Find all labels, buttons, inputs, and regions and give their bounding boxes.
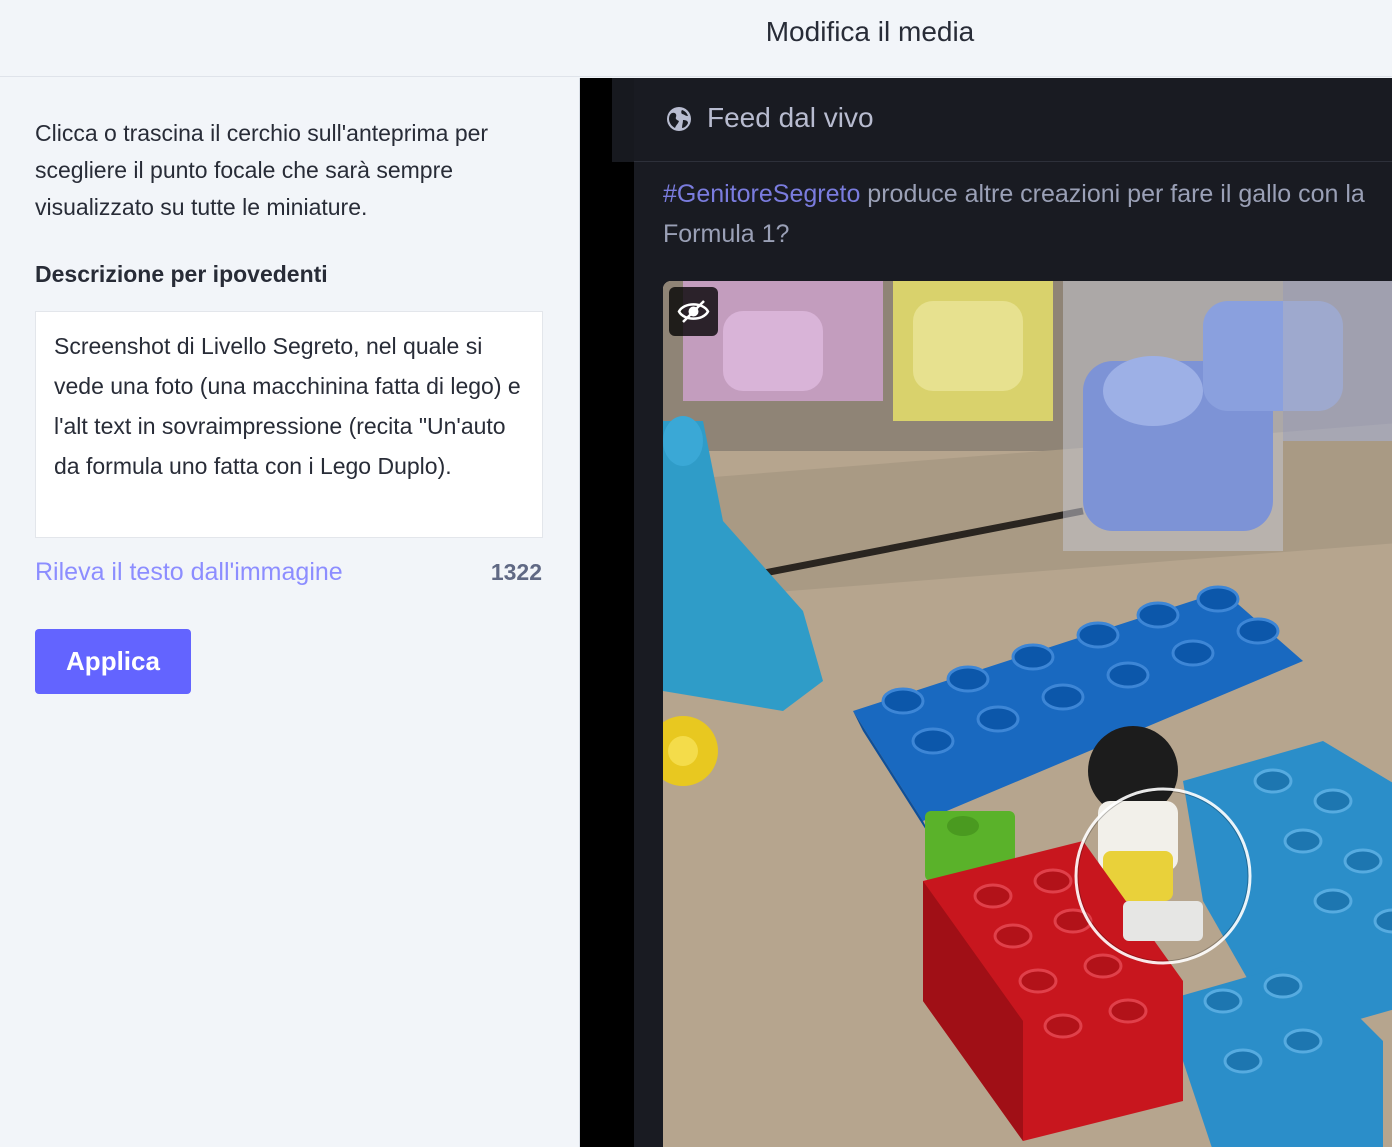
character-counter: 1322 <box>490 559 542 585</box>
eye-slash-icon <box>677 300 710 323</box>
focal-point-hint: Clicca o trascina il cerchio sull'antepr… <box>35 120 489 220</box>
description-textarea[interactable]: Screenshot di Livello Segreto, nel quale… <box>35 311 543 538</box>
status-hashtag[interactable]: #GenitoreSegreto <box>663 180 860 208</box>
modal-title: Modifica il media <box>765 16 975 47</box>
lego-photo <box>663 281 1392 1147</box>
media-preview[interactable] <box>663 281 1392 1147</box>
column-header: Feed dal vivo <box>634 78 1392 162</box>
preview-panel: Feed dal vivo #GenitoreSegreto produce a… <box>580 78 1392 1147</box>
modal-header: Modifica il media <box>0 0 1392 77</box>
editor-panel: Clicca o trascina il cerchio sull'antepr… <box>0 78 580 1147</box>
status-content: #GenitoreSegreto produce altre creazioni… <box>663 174 1392 254</box>
feed-column: Feed dal vivo #GenitoreSegreto produce a… <box>634 78 1392 1147</box>
column-title[interactable]: Feed dal vivo <box>707 102 874 134</box>
hide-media-button[interactable] <box>669 287 718 336</box>
apply-button[interactable]: Applica <box>35 629 191 694</box>
description-label: Descrizione per ipovedenti <box>35 261 328 287</box>
globe-icon <box>667 107 691 131</box>
detect-text-link[interactable]: Rileva il testo dall'immagine <box>35 558 343 587</box>
preview-frame-edge <box>612 78 634 162</box>
